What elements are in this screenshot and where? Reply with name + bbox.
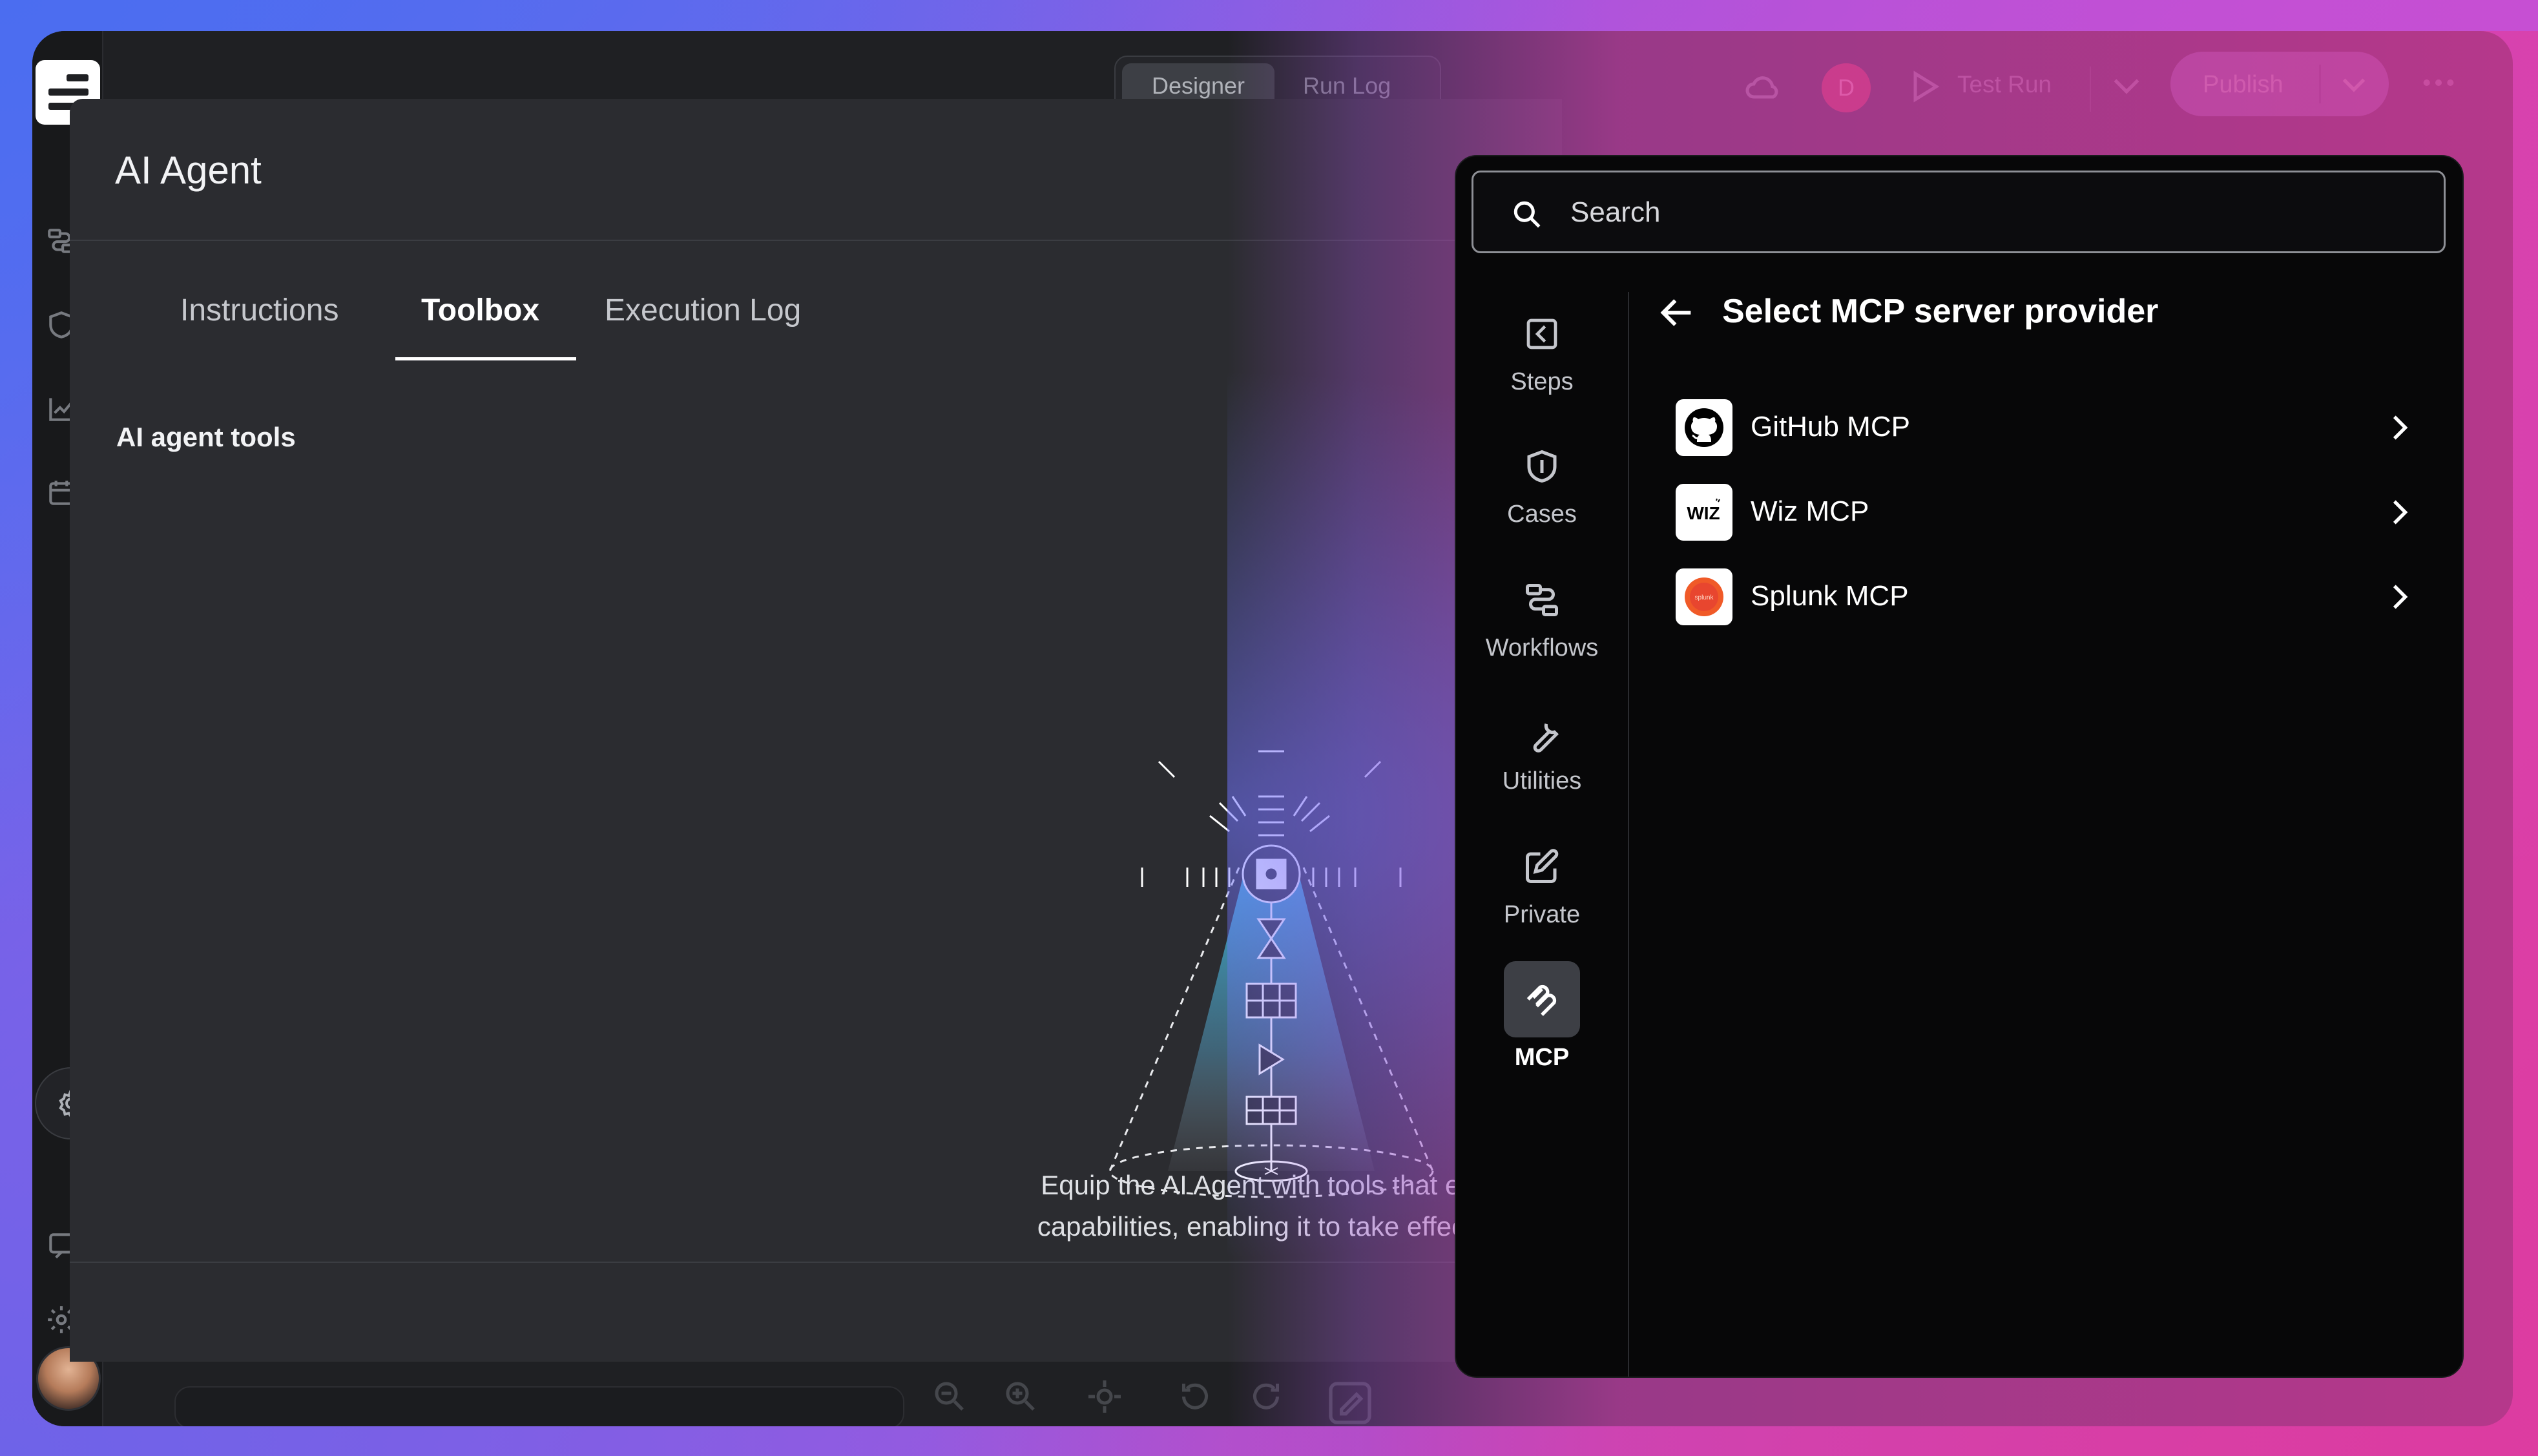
canvas-minimap-bar — [174, 1386, 904, 1426]
active-tab-indicator — [395, 357, 576, 360]
category-rail-divider — [1628, 292, 1629, 1377]
category-private[interactable]: Private — [1475, 844, 1608, 929]
zoom-in-icon[interactable] — [1001, 1377, 1040, 1416]
category-utilities[interactable]: Utilities — [1475, 711, 1608, 795]
test-run-button[interactable]: Test Run — [1957, 71, 2052, 98]
wiz-logo-text: WIZ — [1687, 503, 1720, 523]
publish-button[interactable]: Publish — [2170, 52, 2389, 116]
wiz-logo: WIZ — [1676, 484, 1732, 541]
cloud-icon[interactable] — [1744, 71, 1783, 103]
category-label: Private — [1503, 901, 1581, 928]
chevron-right-icon — [2386, 497, 2412, 528]
search-input[interactable] — [1570, 192, 2410, 233]
provider-name: GitHub MCP — [1751, 411, 1910, 442]
splunk-logo-text: splunk — [1695, 594, 1714, 601]
focus-icon[interactable] — [1085, 1377, 1124, 1416]
chevron-down-icon[interactable] — [2112, 76, 2141, 96]
publish-separator — [2319, 65, 2321, 103]
play-icon[interactable] — [1909, 68, 1941, 105]
category-label: Cases — [1507, 501, 1577, 528]
footer-divider — [70, 1262, 1562, 1263]
wrench-icon — [1519, 711, 1565, 756]
undo-icon[interactable] — [1176, 1377, 1214, 1416]
chevron-right-icon — [2386, 412, 2412, 443]
category-steps[interactable]: Steps — [1475, 311, 1608, 396]
search-box — [1472, 171, 2446, 253]
ai-agent-panel: AI Agent Instructions Toolbox Execution … — [70, 99, 1562, 1362]
publish-chevron-icon[interactable] — [2340, 70, 2368, 98]
publish-label: Publish — [2203, 71, 2283, 98]
back-arrow-icon[interactable] — [1656, 292, 1698, 333]
splunk-logo: splunk — [1676, 568, 1732, 625]
toolbar-divider — [2090, 67, 2091, 112]
toolbox-illustration — [1071, 674, 1472, 1223]
shield-icon — [1519, 444, 1565, 489]
workflow-icon — [1519, 577, 1565, 623]
category-label: MCP — [1514, 1044, 1570, 1071]
tab-instructions[interactable]: Instructions — [180, 293, 338, 328]
redo-icon[interactable] — [1247, 1377, 1285, 1416]
provider-name: Wiz MCP — [1751, 495, 1869, 527]
provider-name: Splunk MCP — [1751, 580, 1909, 612]
tab-execution-log[interactable]: Execution Log — [605, 293, 801, 328]
chevron-right-icon — [2386, 581, 2412, 612]
category-workflows[interactable]: Workflows — [1475, 577, 1608, 662]
github-logo — [1676, 399, 1732, 456]
provider-splunk[interactable]: splunk Splunk MCP — [1676, 562, 2418, 633]
provider-wiz[interactable]: WIZ Wiz MCP — [1676, 477, 2418, 548]
mcp-picker-popover: Steps Cases Workflows Utilities Private … — [1455, 155, 2464, 1378]
panel-title: Select MCP server provider — [1722, 293, 2159, 330]
steps-icon — [1519, 311, 1565, 357]
tab-toolbox[interactable]: Toolbox — [421, 293, 539, 328]
category-label: Steps — [1510, 368, 1574, 395]
search-icon — [1511, 198, 1543, 231]
zoom-out-icon[interactable] — [930, 1377, 969, 1416]
category-cases[interactable]: Cases — [1475, 444, 1608, 528]
section-title: AI agent tools — [116, 422, 296, 452]
mcp-icon — [1504, 961, 1580, 1037]
header-divider — [70, 240, 1562, 241]
provider-github[interactable]: GitHub MCP — [1676, 393, 2418, 464]
user-badge[interactable]: D — [1822, 63, 1871, 112]
category-mcp[interactable]: MCP — [1475, 961, 1608, 1072]
category-label: Utilities — [1502, 767, 1582, 795]
category-label: Workflows — [1485, 634, 1599, 661]
edit-icon — [1519, 844, 1565, 889]
note-icon[interactable] — [1324, 1377, 1376, 1426]
more-icon[interactable] — [2422, 76, 2455, 89]
panel-title: AI Agent — [115, 149, 262, 192]
